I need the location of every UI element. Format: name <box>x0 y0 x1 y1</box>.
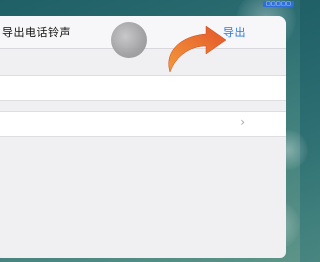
touch-indicator <box>111 22 147 58</box>
list-item[interactable]: › <box>0 111 286 137</box>
page-title: 导出电话铃声 <box>2 26 71 39</box>
chevron-right-icon: › <box>240 115 245 129</box>
list-item[interactable] <box>0 75 286 101</box>
settings-panel: 导出电话铃声 导出 › <box>0 16 286 258</box>
status-indicator: □□□□□ <box>262 1 294 7</box>
curved-arrow-icon <box>160 22 230 76</box>
